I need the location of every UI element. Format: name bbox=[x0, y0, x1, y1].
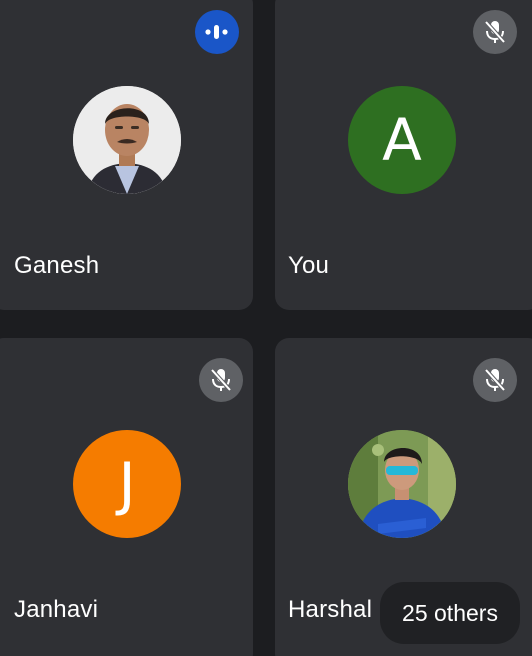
participant-name: Harshal bbox=[288, 596, 373, 623]
mic-off-icon bbox=[199, 358, 243, 402]
participant-tile-you[interactable]: A You bbox=[275, 0, 532, 310]
participant-name: Janhavi bbox=[14, 596, 99, 623]
others-count-button[interactable]: 25 others bbox=[380, 582, 520, 644]
participant-name: You bbox=[288, 252, 330, 279]
avatar-janhavi: J bbox=[73, 430, 181, 538]
participant-grid: Ganesh A You J Janhavi Harshal 25 others bbox=[0, 0, 532, 656]
mic-off-icon bbox=[473, 358, 517, 402]
avatar-you: A bbox=[348, 86, 456, 194]
avatar-photo-harshal bbox=[348, 430, 456, 538]
participant-tile-janhavi[interactable]: J Janhavi bbox=[0, 338, 253, 656]
participant-tile-ganesh[interactable]: Ganesh bbox=[0, 0, 253, 310]
avatar-letter: A bbox=[382, 106, 422, 174]
avatar-photo-ganesh bbox=[73, 86, 181, 194]
avatar-letter: J bbox=[118, 450, 136, 518]
participant-name: Ganesh bbox=[14, 252, 100, 279]
audio-wave-icon bbox=[195, 10, 239, 54]
mic-off-icon bbox=[473, 10, 517, 54]
